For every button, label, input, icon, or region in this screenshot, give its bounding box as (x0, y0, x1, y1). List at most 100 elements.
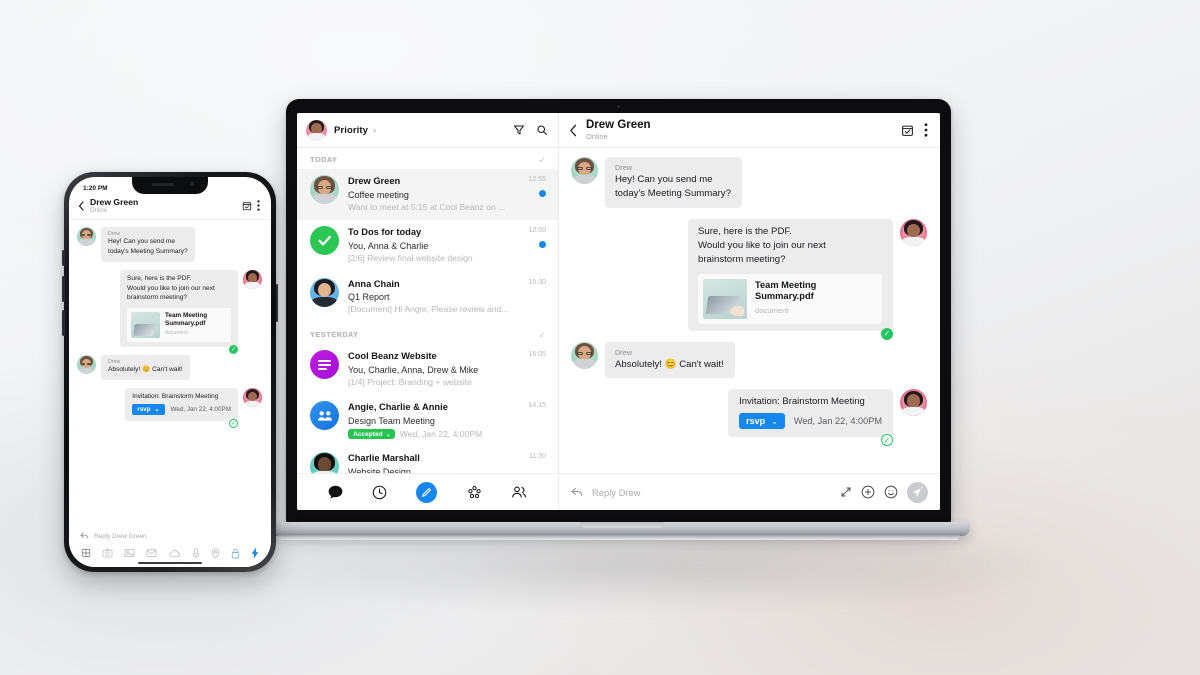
status-badge-accepted[interactable]: Accepted ⌄ (348, 429, 395, 440)
conversation-name: Charlie Marshall (348, 453, 420, 464)
laptop-screen: Priority › Drew Green Online TODAY ✓ Dre… (297, 113, 940, 510)
microphone-icon[interactable] (192, 547, 200, 559)
reply-arrow-icon[interactable] (80, 532, 89, 540)
phone-chat-header: Drew Green Online (69, 196, 271, 220)
list-header: Priority › (297, 113, 559, 147)
attachment-kind: document (755, 305, 789, 315)
lightning-icon[interactable] (251, 547, 259, 559)
send-paper-plane-icon[interactable] (907, 481, 928, 503)
compose-pen-icon[interactable] (416, 481, 438, 503)
conversation-list[interactable]: TODAY ✓ Drew Green Coffee meeting Want t… (297, 148, 559, 473)
apps-flower-icon[interactable] (467, 485, 482, 500)
attachment-name: Team Meeting Summary.pdf (165, 312, 208, 328)
conversation-preview: [1/4] Project: Branding + website (348, 376, 472, 387)
cloud-icon[interactable] (168, 549, 181, 558)
outgoing-wrapper: Invitation: Brainstorm Meeting rsvp ⌄ We… (728, 389, 927, 447)
conversation-item-to-dos[interactable]: To Dos for today You, Anna & Charlie [2/… (297, 220, 558, 271)
conversation-text: Angie, Charlie & Annie Design Team Meeti… (348, 401, 546, 440)
reply-bar: Reply Drew (559, 474, 940, 510)
avatar (243, 269, 262, 289)
reply-arrow-icon[interactable] (571, 487, 583, 498)
expand-icon[interactable] (840, 486, 852, 498)
message-thread[interactable]: Drew Hey! Can you send me today's Meetin… (559, 148, 940, 473)
laptop-device: Priority › Drew Green Online TODAY ✓ Dre… (268, 99, 970, 544)
attachment-card[interactable]: Team Meeting Summary.pdf document (698, 273, 882, 324)
more-vertical-icon[interactable] (924, 123, 928, 137)
message-outgoing-invitation: Invitation: Brainstorm Meeting rsvp ⌄ We… (77, 388, 262, 429)
rsvp-button[interactable]: rsvp ⌄ (739, 413, 785, 430)
filter-icon[interactable] (513, 124, 525, 136)
location-pin-icon[interactable] (211, 547, 220, 559)
conversation-meta: 14:15 (528, 402, 546, 409)
conversation-item-anna-chain[interactable]: Anna Chain Q1 Report [Document] Hi Angie… (297, 272, 558, 323)
message-line: Hey! Can you send me (615, 174, 713, 185)
conversation-name: To Dos for today (348, 227, 422, 238)
message-bubble: Drew Hey! Can you send me today's Meetin… (605, 157, 742, 208)
camera-icon[interactable] (102, 548, 113, 558)
conversation-meta: 10:30 (528, 279, 546, 286)
section-check-icon[interactable]: ✓ (538, 155, 546, 166)
clock-icon[interactable] (372, 485, 387, 500)
message-line: Absolutely! 😊 Can't wait! (615, 358, 724, 370)
message-line: Sure, here is the PDF. (698, 225, 792, 237)
user-avatar[interactable] (306, 119, 327, 141)
laptop-lip-notch (580, 522, 664, 528)
search-icon[interactable] (536, 124, 548, 136)
grid-icon[interactable] (81, 548, 91, 558)
reply-input[interactable]: Reply Drew (592, 487, 640, 498)
section-check-icon[interactable]: ✓ (538, 330, 546, 341)
conversation-item-drew-green[interactable]: Drew Green Coffee meeting Want to meet a… (297, 169, 558, 221)
avatar (571, 341, 598, 369)
rsvp-label: rsvp (137, 406, 151, 414)
conversation-item-cool-beanz[interactable]: Cool Beanz Website You, Charlie, Anna, D… (297, 344, 558, 395)
lock-icon[interactable] (231, 548, 240, 559)
chat-contact-status: Online (586, 131, 608, 141)
avatar (900, 389, 927, 417)
back-chevron-icon[interactable] (569, 124, 578, 137)
more-vertical-icon[interactable] (257, 200, 260, 212)
conversation-item-design-team[interactable]: Angie, Charlie & Annie Design Team Meeti… (297, 395, 558, 446)
conversation-meta: 11:30 (529, 453, 546, 460)
chat-bubble-icon[interactable] (328, 485, 343, 499)
attachment-name: Team Meeting Summary.pdf (755, 279, 817, 302)
emoji-icon[interactable] (884, 485, 898, 499)
conversation-text: Anna Chain Q1 Report [Document] Hi Angie… (348, 278, 546, 316)
conversation-name: Angie, Charlie & Annie (348, 402, 448, 413)
phone-message-thread[interactable]: Drew Hey! Can you send me today's Meetin… (69, 220, 271, 520)
conversation-text: Cool Beanz Website You, Charlie, Anna, D… (348, 350, 546, 388)
invitation-title: Invitation: Brainstorm Meeting (739, 396, 865, 408)
conversation-name: Cool Beanz Website (348, 351, 437, 362)
avatar (900, 218, 927, 246)
conversation-name: Anna Chain (348, 278, 400, 289)
contacts-icon[interactable] (511, 485, 527, 499)
reply-input[interactable]: Reply Drew Green (94, 533, 147, 540)
webcam-icon (617, 105, 620, 108)
phone-reply-bar[interactable]: Reply Drew Green (69, 526, 271, 545)
message-outgoing-invitation: Invitation: Brainstorm Meeting rsvp ⌄ We… (571, 389, 927, 447)
section-label: YESTERDAY (310, 332, 359, 340)
nav-toolbar (297, 474, 559, 510)
priority-label[interactable]: Priority (334, 125, 368, 136)
status-badge-label: Accepted (353, 430, 383, 438)
chevron-down-icon: ⌄ (385, 431, 391, 438)
conversation-subject: Q1 Report (348, 292, 390, 303)
green-check-avatar-icon (310, 226, 339, 256)
plus-circle-icon[interactable] (861, 485, 875, 499)
message-bubble: Sure, here is the PDF. Would you like to… (120, 269, 238, 348)
message-outgoing-1: Sure, here is the PDF. Would you like to… (571, 218, 927, 340)
archive-check-icon[interactable] (242, 201, 252, 211)
rsvp-button[interactable]: rsvp ⌄ (132, 404, 165, 416)
conversation-time: 14:15 (528, 402, 546, 410)
photo-icon[interactable] (124, 548, 135, 558)
laptop-lid: Priority › Drew Green Online TODAY ✓ Dre… (286, 99, 951, 524)
mail-icon[interactable] (146, 548, 157, 558)
laptop-foot (278, 535, 960, 540)
phone-notch (132, 177, 208, 194)
priority-chevron-icon[interactable]: › (373, 125, 376, 135)
attachment-card[interactable]: Team Meeting Summary.pdf document (127, 308, 231, 343)
back-chevron-icon[interactable] (78, 201, 85, 211)
archive-check-icon[interactable] (901, 124, 914, 137)
phone-mute-switch (62, 250, 65, 266)
conversation-time: 16:05 (528, 351, 546, 359)
conversation-item-charlie-marshall[interactable]: Charlie Marshall Website Design Hey, do … (297, 446, 558, 473)
